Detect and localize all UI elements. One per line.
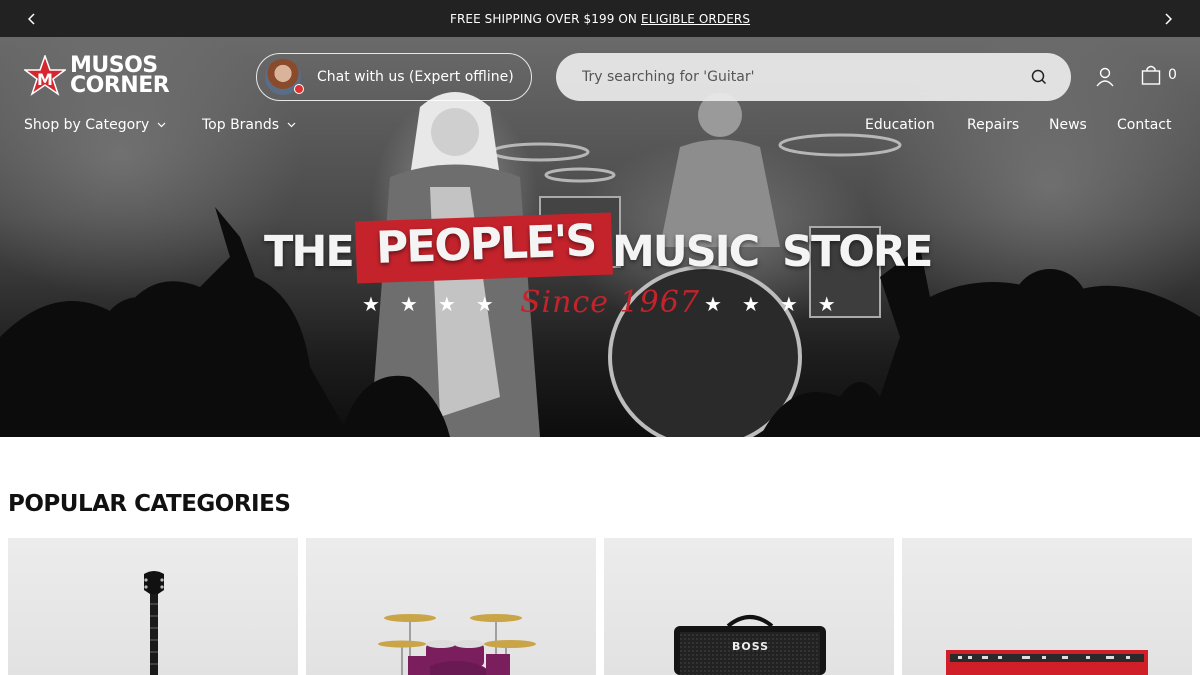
chevron-down-icon: [157, 122, 166, 128]
category-cards: BOSS: [8, 538, 1192, 675]
electric-guitar-icon: [144, 571, 164, 675]
nav-label: Top Brands: [202, 117, 280, 133]
nav-label: Shop by Category: [24, 117, 150, 133]
headline-word-peoples: PEOPLE'S: [375, 215, 597, 274]
popular-categories-title: POPULAR CATEGORIES: [8, 491, 291, 517]
nav-label: News: [1049, 117, 1087, 133]
chat-label: Chat with us (Expert offline): [317, 69, 514, 85]
nav-label: Education: [865, 117, 935, 133]
logo-text-line2: CORNER: [70, 73, 170, 98]
announcement-bar: FREE SHIPPING OVER $199 ON ELIGIBLE ORDE…: [0, 0, 1200, 37]
search-icon[interactable]: [1029, 67, 1049, 87]
account-icon[interactable]: [1095, 66, 1115, 88]
category-card-drums[interactable]: [306, 538, 596, 675]
stars-left: ★★★★: [362, 292, 514, 316]
announcement-next-button[interactable]: [1150, 0, 1186, 37]
svg-text:M: M: [37, 70, 53, 89]
keyboard-synth-icon: [946, 650, 1148, 675]
nav-contact[interactable]: Contact: [1117, 117, 1171, 133]
chevron-right-icon: [1165, 12, 1172, 25]
headline-word-music: MUSIC: [612, 227, 760, 277]
since-tagline: Since 1967: [520, 285, 700, 320]
chevron-left-icon: [28, 12, 35, 25]
search-bar: [556, 53, 1071, 101]
nav-repairs[interactable]: Repairs: [967, 117, 1019, 133]
musos-corner-logo[interactable]: M MUSOS CORNER: [24, 55, 170, 98]
nav-label: Contact: [1117, 117, 1172, 133]
nav-top-brands[interactable]: Top Brands: [202, 117, 296, 133]
nav-label: Repairs: [967, 117, 1020, 133]
main-navigation: Shop by Category Top Brands Education Re…: [0, 117, 1200, 141]
shopping-bag-icon: [1141, 65, 1161, 85]
amp-brand-text: BOSS: [732, 640, 770, 653]
chevron-down-icon: [287, 122, 296, 128]
eligible-orders-link[interactable]: ELIGIBLE ORDERS: [641, 12, 750, 26]
nav-education[interactable]: Education: [865, 117, 935, 133]
category-card-keyboards[interactable]: [902, 538, 1192, 675]
expert-avatar: [265, 59, 304, 95]
category-card-guitars[interactable]: [8, 538, 298, 675]
category-card-amplifiers[interactable]: BOSS: [604, 538, 894, 675]
headline-word-the: THE: [264, 227, 355, 277]
stars-right: ★★★★: [704, 292, 856, 316]
offline-status-dot: [294, 84, 304, 94]
drum-kit-icon: [378, 614, 536, 675]
announcement-prev-button[interactable]: [14, 0, 50, 37]
announcement-text: FREE SHIPPING OVER $199 ON: [449, 11, 638, 26]
nav-shop-by-category[interactable]: Shop by Category: [24, 117, 166, 133]
headline-word-store: STORE: [782, 227, 933, 277]
search-input[interactable]: [582, 69, 1002, 85]
chat-button[interactable]: Chat with us (Expert offline): [256, 53, 532, 101]
cart-button[interactable]: 0: [1140, 64, 1177, 86]
site-header: M MUSOS CORNER Chat with us (Expert offl…: [0, 37, 1200, 115]
nav-news[interactable]: News: [1049, 117, 1087, 133]
guitar-amplifier-icon: [674, 615, 826, 675]
star-logo-icon: M: [24, 55, 66, 96]
cart-count: 0: [1168, 67, 1177, 83]
